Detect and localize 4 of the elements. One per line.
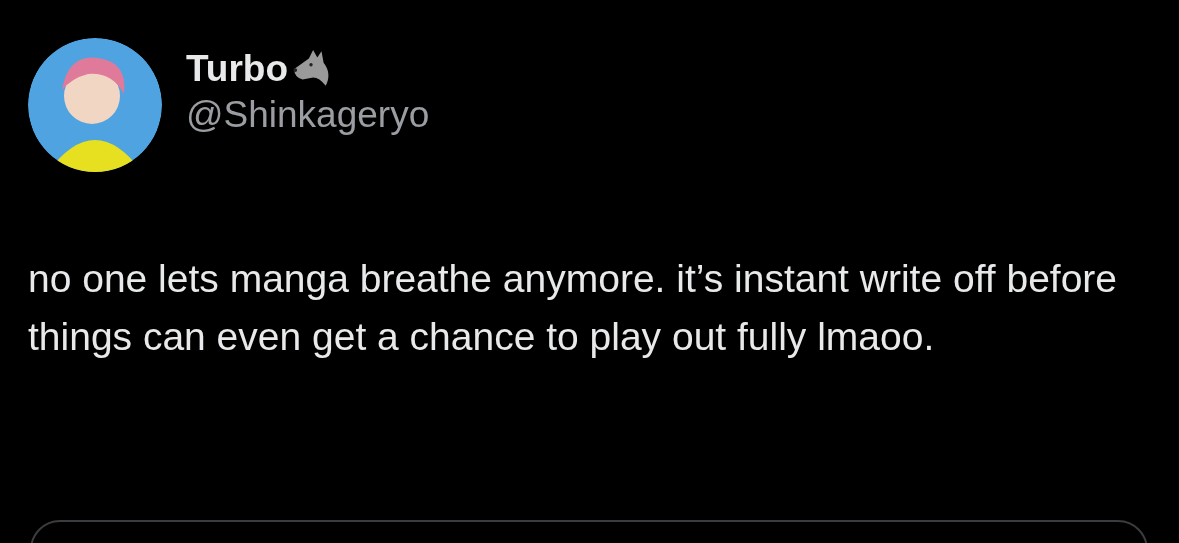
username[interactable]: @Shinkageryo <box>186 94 430 136</box>
avatar[interactable] <box>28 38 162 172</box>
display-name[interactable]: Turbo <box>186 48 289 90</box>
tweet-text: no one lets manga breathe anymore. it’s instant write off before things can even get a chance to play out fully lmaoo. <box>28 256 1119 360</box>
